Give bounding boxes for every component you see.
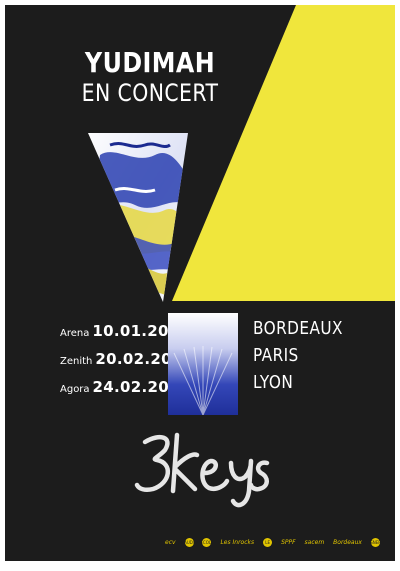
- sponsor-logo: BEAUDUM: [178, 537, 200, 547]
- sponsor-logo: ecv: [165, 538, 176, 546]
- sponsor-logo: SNEP: [370, 537, 381, 547]
- sponsor-logo: Les Inrocks: [220, 538, 255, 546]
- sponsor-logo: LE: [263, 537, 273, 547]
- sponsor-logo: SPPF: [281, 538, 296, 546]
- sponsor-logo: sacem: [304, 538, 325, 546]
- sponsor-logo: ECOLE: [200, 537, 214, 547]
- sponsor-logos: ecv BEAUDUM ECOLE Les Inrocks LE SPPF sa…: [165, 534, 381, 550]
- brand-logo-3keys: [134, 432, 270, 508]
- concert-poster: YUDIMAH EN CONCERT Arena 10.01.20 Zenith…: [5, 5, 395, 561]
- sponsor-logo: Bordeaux: [333, 538, 362, 546]
